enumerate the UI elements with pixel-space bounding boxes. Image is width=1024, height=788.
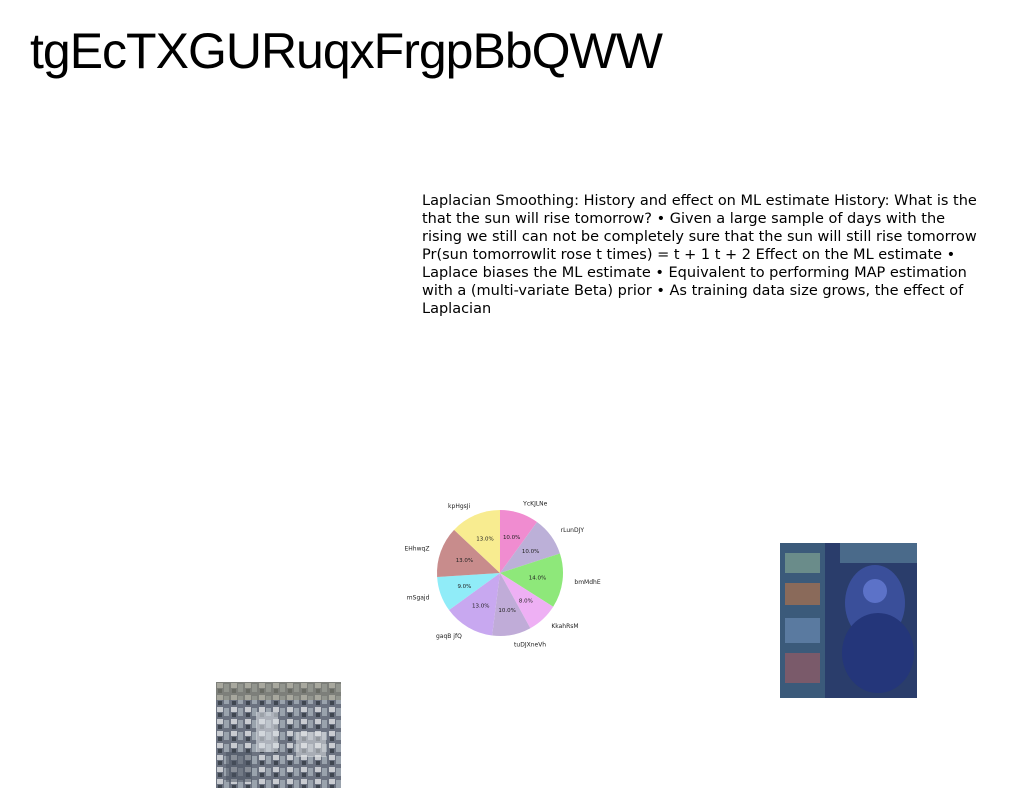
pie-pct-label: 8.0% [519, 599, 533, 605]
pie-pct-label: 13.0% [476, 536, 493, 542]
pie-pct-label: 13.0% [456, 558, 473, 564]
pie-category-label: KkahRsM [551, 623, 578, 630]
temple-photo [780, 543, 917, 698]
pie-category-label: bmMdhE [574, 579, 600, 586]
pie-pct-label: 10.0% [522, 549, 539, 555]
pie-category-label: kpHgsJi [448, 503, 470, 510]
pie-category-label: tuDJXneVh [514, 642, 546, 649]
pie-pct-label: 10.0% [503, 535, 520, 541]
pie-category-label: EHhwqZ [405, 545, 429, 552]
pie-pct-label: 14.0% [529, 576, 546, 582]
pie-category-label: rLunDJY [561, 527, 585, 534]
pie-pct-label: 9.0% [457, 584, 471, 590]
pie-pct-label: 13.0% [472, 604, 489, 610]
pie-category-label: mSgajd [407, 595, 430, 602]
pie-category-label: YcKJLNe [522, 501, 547, 508]
pie-chart: 10.0% YcKJLNe 10.0% rLunDJY 14.0% bmMdhE 8.0% K… [405, 495, 605, 665]
pie-category-label: gaqB jfQ [436, 633, 462, 640]
city-photo [216, 682, 341, 788]
slide-text: Laplacian Smoothing: History and effect … [422, 193, 977, 317]
pie-pct-label: 10.0% [498, 608, 515, 614]
page-title: tgEcTXGURuqxFrgpBbQWW [30, 23, 663, 79]
